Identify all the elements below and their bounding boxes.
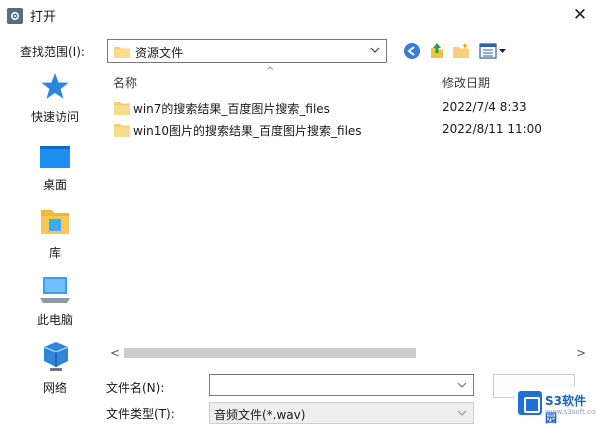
star-icon bbox=[41, 73, 69, 99]
filetype-dropdown[interactable]: 音频文件(*.wav) bbox=[209, 402, 474, 424]
lookin-dropdown[interactable]: 资源文件 bbox=[107, 39, 387, 63]
filename-input[interactable] bbox=[209, 374, 474, 396]
file-date: 2022/8/11 11:00 bbox=[442, 122, 542, 136]
computer-icon bbox=[40, 277, 70, 303]
file-name: win10图片的搜索结果_百度图片搜索_files bbox=[133, 124, 362, 138]
place-desktop[interactable]: 桌面 bbox=[9, 134, 101, 198]
watermark: S3软件园 www.s3soft.com bbox=[514, 387, 596, 425]
filetype-label: 文件类型(T): bbox=[106, 407, 175, 421]
column-header-date[interactable]: 修改日期 bbox=[442, 74, 490, 91]
back-arrow-icon[interactable] bbox=[403, 42, 421, 60]
places-sidebar: 快速访问 桌面 库 此电脑 网络 bbox=[9, 66, 101, 400]
chevron-down-icon bbox=[370, 47, 380, 53]
gear-icon bbox=[7, 8, 23, 24]
place-label: 此电脑 bbox=[36, 313, 73, 327]
folder-icon bbox=[114, 47, 130, 58]
folder-icon bbox=[114, 124, 130, 137]
place-label: 网络 bbox=[42, 381, 67, 395]
place-label: 库 bbox=[48, 246, 61, 260]
filename-label: 文件名(N): bbox=[106, 381, 165, 395]
place-network[interactable]: 网络 bbox=[9, 337, 101, 401]
place-this-pc[interactable]: 此电脑 bbox=[9, 269, 101, 333]
chevron-down-icon bbox=[457, 410, 467, 416]
lookin-label: 查找范围(I): bbox=[20, 45, 85, 59]
close-icon: ✕ bbox=[572, 5, 588, 25]
place-quick-access[interactable]: 快速访问 bbox=[9, 66, 101, 130]
network-icon bbox=[43, 342, 69, 371]
file-row[interactable]: win10图片的搜索结果_百度图片搜索_files 2022/8/11 11:0… bbox=[106, 119, 590, 141]
window-title: 打开 bbox=[30, 10, 57, 25]
scroll-right-icon[interactable]: > bbox=[576, 346, 586, 360]
title-bar: 打开 ✕ bbox=[0, 0, 596, 30]
file-row[interactable]: win7的搜索结果_百度图片搜索_files 2022/7/4 8:33 bbox=[106, 97, 590, 119]
place-library[interactable]: 库 bbox=[9, 202, 101, 266]
place-label: 快速访问 bbox=[30, 110, 79, 124]
desktop-icon bbox=[40, 146, 70, 168]
up-folder-icon[interactable] bbox=[428, 42, 446, 60]
place-label: 桌面 bbox=[42, 178, 67, 192]
filetype-value: 音频文件(*.wav) bbox=[214, 408, 306, 422]
scroll-left-icon[interactable]: < bbox=[110, 346, 120, 360]
column-header-name[interactable]: 名称 bbox=[113, 74, 137, 91]
folder-icon bbox=[114, 102, 130, 115]
new-folder-icon[interactable] bbox=[452, 42, 470, 60]
view-menu-icon[interactable] bbox=[479, 42, 507, 60]
chevron-down-icon[interactable] bbox=[457, 379, 467, 391]
scrollbar-thumb[interactable] bbox=[124, 348, 416, 358]
lookin-value: 资源文件 bbox=[135, 46, 184, 60]
close-button[interactable]: ✕ bbox=[566, 2, 594, 28]
library-icon bbox=[41, 210, 69, 234]
watermark-subtext: www.s3soft.com bbox=[545, 408, 596, 416]
horizontal-scrollbar[interactable]: < > bbox=[106, 344, 590, 362]
file-date: 2022/7/4 8:33 bbox=[442, 100, 527, 114]
s3-logo-icon bbox=[518, 391, 542, 415]
sort-ascending-icon: ^ bbox=[266, 66, 275, 77]
file-name: win7的搜索结果_百度图片搜索_files bbox=[133, 102, 330, 116]
